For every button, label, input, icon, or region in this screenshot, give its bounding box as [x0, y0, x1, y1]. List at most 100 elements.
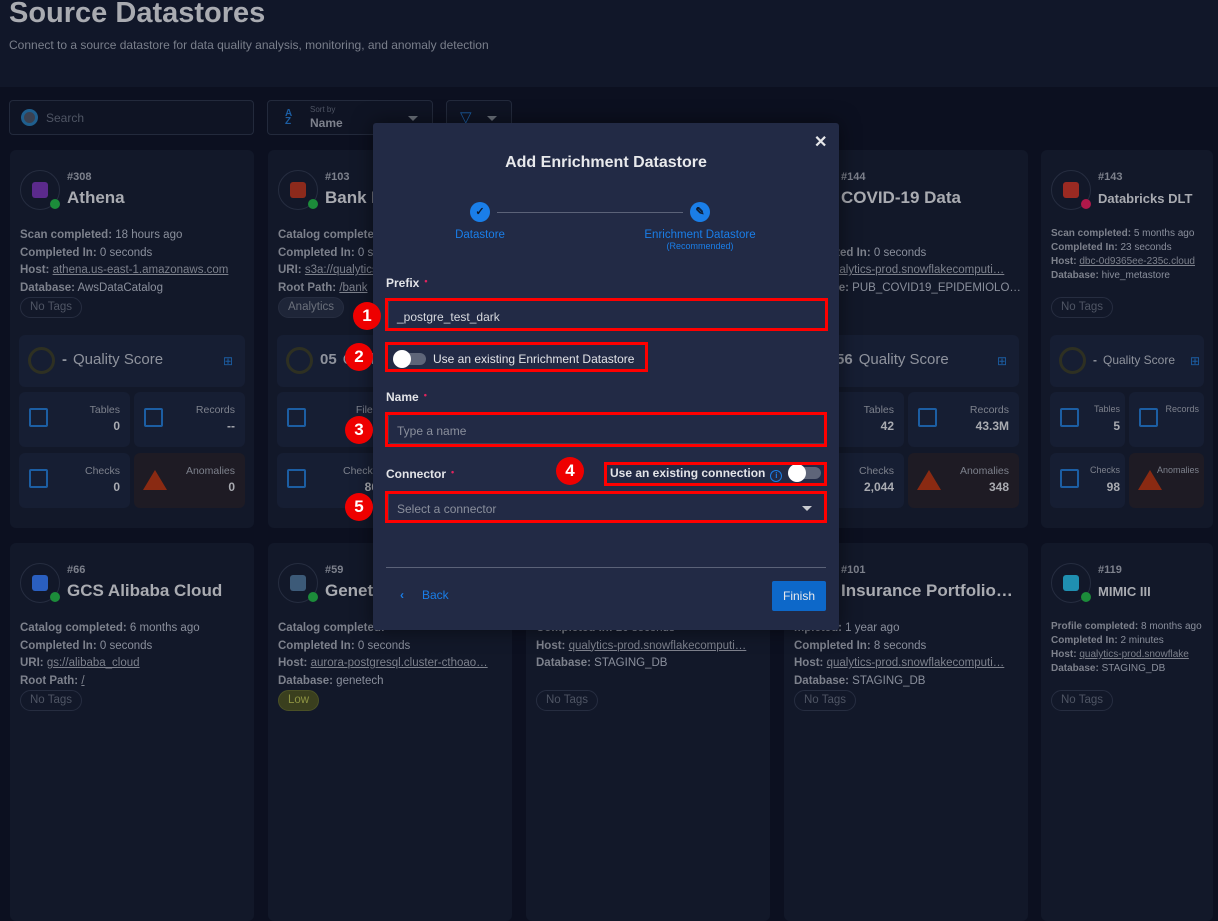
metric-tile[interactable]: Files [277, 392, 388, 447]
check-icon: ✓ [470, 202, 490, 222]
info-value: 0 seconds [99, 639, 153, 652]
search-placeholder: Search [46, 111, 85, 125]
close-icon[interactable]: ✕ [814, 132, 827, 152]
info-label: Catalog completed: [278, 229, 385, 241]
datastore-card[interactable]: #143 Databricks DLT Scan completed: 5 mont… [1041, 150, 1213, 528]
info-link[interactable]: qualytics-prod.snowflakecomputi… [827, 657, 1005, 669]
metric-tile[interactable]: Checks 0 [19, 453, 130, 508]
search-input[interactable]: Search [9, 100, 254, 135]
metric-tile[interactable]: Records [1129, 392, 1204, 447]
info-row: Completed In: 0 seconds [20, 245, 228, 263]
datastore-card[interactable]: #308 Athena Scan completed: 18 hours ago Co… [10, 150, 254, 528]
metric-tile[interactable]: Anomalies 348 [908, 453, 1019, 508]
info-row: Host: athena.us-east-1.amazonaws.com [20, 262, 228, 280]
datastore-id: #144 [841, 171, 866, 183]
metric-label: Records [1165, 404, 1199, 414]
hierarchy-icon[interactable]: ⊞ [223, 354, 233, 368]
quality-ring-icon [1059, 347, 1086, 374]
info-row: Completed In: 2 minutes [1051, 634, 1206, 648]
info-link[interactable]: qualytics-prod.snowflake [1079, 649, 1189, 660]
info-link[interactable]: gs://alibaba_cloud [47, 657, 140, 669]
info-link[interactable]: / [81, 675, 84, 687]
metric-tile[interactable]: Tables 5 [1050, 392, 1125, 447]
info-row: Database: genetech [278, 673, 488, 691]
quality-ring-icon [286, 347, 313, 374]
finish-button[interactable]: Finish [772, 581, 826, 611]
metric-tile[interactable]: Tables 0 [19, 392, 130, 447]
info-row: Host: qualytics-prod.snowflakecomputi… [536, 638, 746, 656]
page-header: Source Datastores Connect to a source da… [0, 0, 1218, 87]
hierarchy-icon[interactable]: ⊞ [997, 354, 1007, 368]
metric-tile[interactable]: Records -- [134, 392, 245, 447]
datastore-card[interactable]: #119 MIMIC III Profile completed: 8 months… [1041, 543, 1213, 921]
datastore-name: Databricks DLT [1098, 191, 1193, 206]
info-row: Completed In: 23 seconds [1051, 241, 1206, 255]
info-label: Catalog completed: [278, 622, 385, 634]
info-link[interactable]: athena.us-east-1.amazonaws.com [53, 264, 229, 276]
prefix-label: Prefix • [386, 276, 428, 290]
info-value: PUB_COVID19_EPIDEMIOLO… [852, 281, 1021, 294]
info-label: Database: [278, 674, 333, 687]
info-link[interactable]: aurora-postgresql.cluster-cthoao… [311, 657, 488, 669]
datastore-id: #59 [325, 564, 344, 576]
datastore-logo-icon [20, 563, 60, 603]
tag-badge: No Tags [1051, 690, 1113, 711]
info-row: Database: STAGING_DB [536, 655, 746, 673]
info-label: Completed In: [1051, 635, 1118, 646]
records-icon [1139, 408, 1158, 427]
metric-label: Checks [84, 465, 120, 477]
warning-icon [143, 470, 167, 490]
datastore-id: #308 [67, 171, 92, 183]
metric-value: 0 [228, 480, 235, 494]
info-label: Profile completed: [1051, 621, 1139, 632]
info-value: STAGING_DB [1101, 663, 1166, 674]
back-button[interactable]: ‹ Back [400, 588, 449, 602]
tag-badge: No Tags [1051, 297, 1113, 318]
info-value: 0 seconds [99, 246, 153, 259]
info-link[interactable]: dbc-0d9365ee-235c.cloud [1079, 256, 1195, 267]
metric-tile[interactable]: Anomalies 0 [134, 453, 245, 508]
info-label: URI: [20, 657, 44, 669]
metric-tile[interactable]: Anomalies [1129, 453, 1204, 508]
info-label: Database: [1051, 663, 1099, 674]
info-row: Completed In: 8 seconds [794, 638, 1004, 656]
info-link[interactable]: s3a://qualytics [305, 264, 378, 276]
info-row: Scan completed: 18 hours ago [20, 227, 228, 245]
info-label: Catalog completed: [20, 622, 127, 634]
info-label: Completed In: [278, 246, 355, 259]
metric-tile[interactable]: Checks 98 [1050, 453, 1125, 508]
status-dot-icon [50, 592, 60, 602]
info-value: 23 seconds [1120, 242, 1172, 253]
quality-score-label: Quality Score [858, 351, 949, 368]
required-mark: • [423, 390, 427, 400]
info-link[interactable]: qualytics-prod.snowflakecomputi… [827, 264, 1005, 276]
datastore-logo-icon [278, 563, 318, 603]
info-label: URI: [278, 264, 302, 276]
datastore-id: #66 [67, 564, 86, 576]
annotation-box-5 [385, 491, 827, 523]
quality-score-label: Quality Score [1103, 353, 1176, 367]
datastore-card[interactable]: #66 GCS Alibaba Cloud Catalog completed: 6… [10, 543, 254, 921]
info-value: 6 months ago [129, 622, 200, 634]
info-link[interactable]: /bank [339, 282, 367, 294]
sort-value: Name [310, 116, 343, 130]
annotation-box-2 [385, 342, 648, 372]
checks-icon [287, 469, 306, 488]
hierarchy-icon[interactable]: ⊞ [1190, 354, 1200, 368]
sort-label: Sort by [310, 105, 336, 114]
datastore-name: Athena [67, 188, 125, 207]
info-value: 5 months ago [1133, 228, 1195, 239]
datastore-info: Profile completed: 8 months ago Completed… [1051, 620, 1206, 676]
datastore-logo-icon [278, 170, 318, 210]
info-link[interactable]: qualytics-prod.snowflakecomputi… [569, 640, 747, 652]
modal-title: Add Enrichment Datastore [505, 154, 707, 171]
info-row: Database: AwsDataCatalog [20, 280, 228, 298]
info-value: 8 months ago [1141, 621, 1202, 632]
info-label: Database: [20, 281, 75, 294]
records-icon [918, 408, 937, 427]
datastore-name: COVID-19 Data [841, 188, 961, 207]
quality-score-value: - [1093, 353, 1097, 367]
chevron-down-icon [487, 116, 497, 121]
metric-tile[interactable]: Records 43.3M [908, 392, 1019, 447]
info-value: 0 seconds [357, 639, 411, 652]
